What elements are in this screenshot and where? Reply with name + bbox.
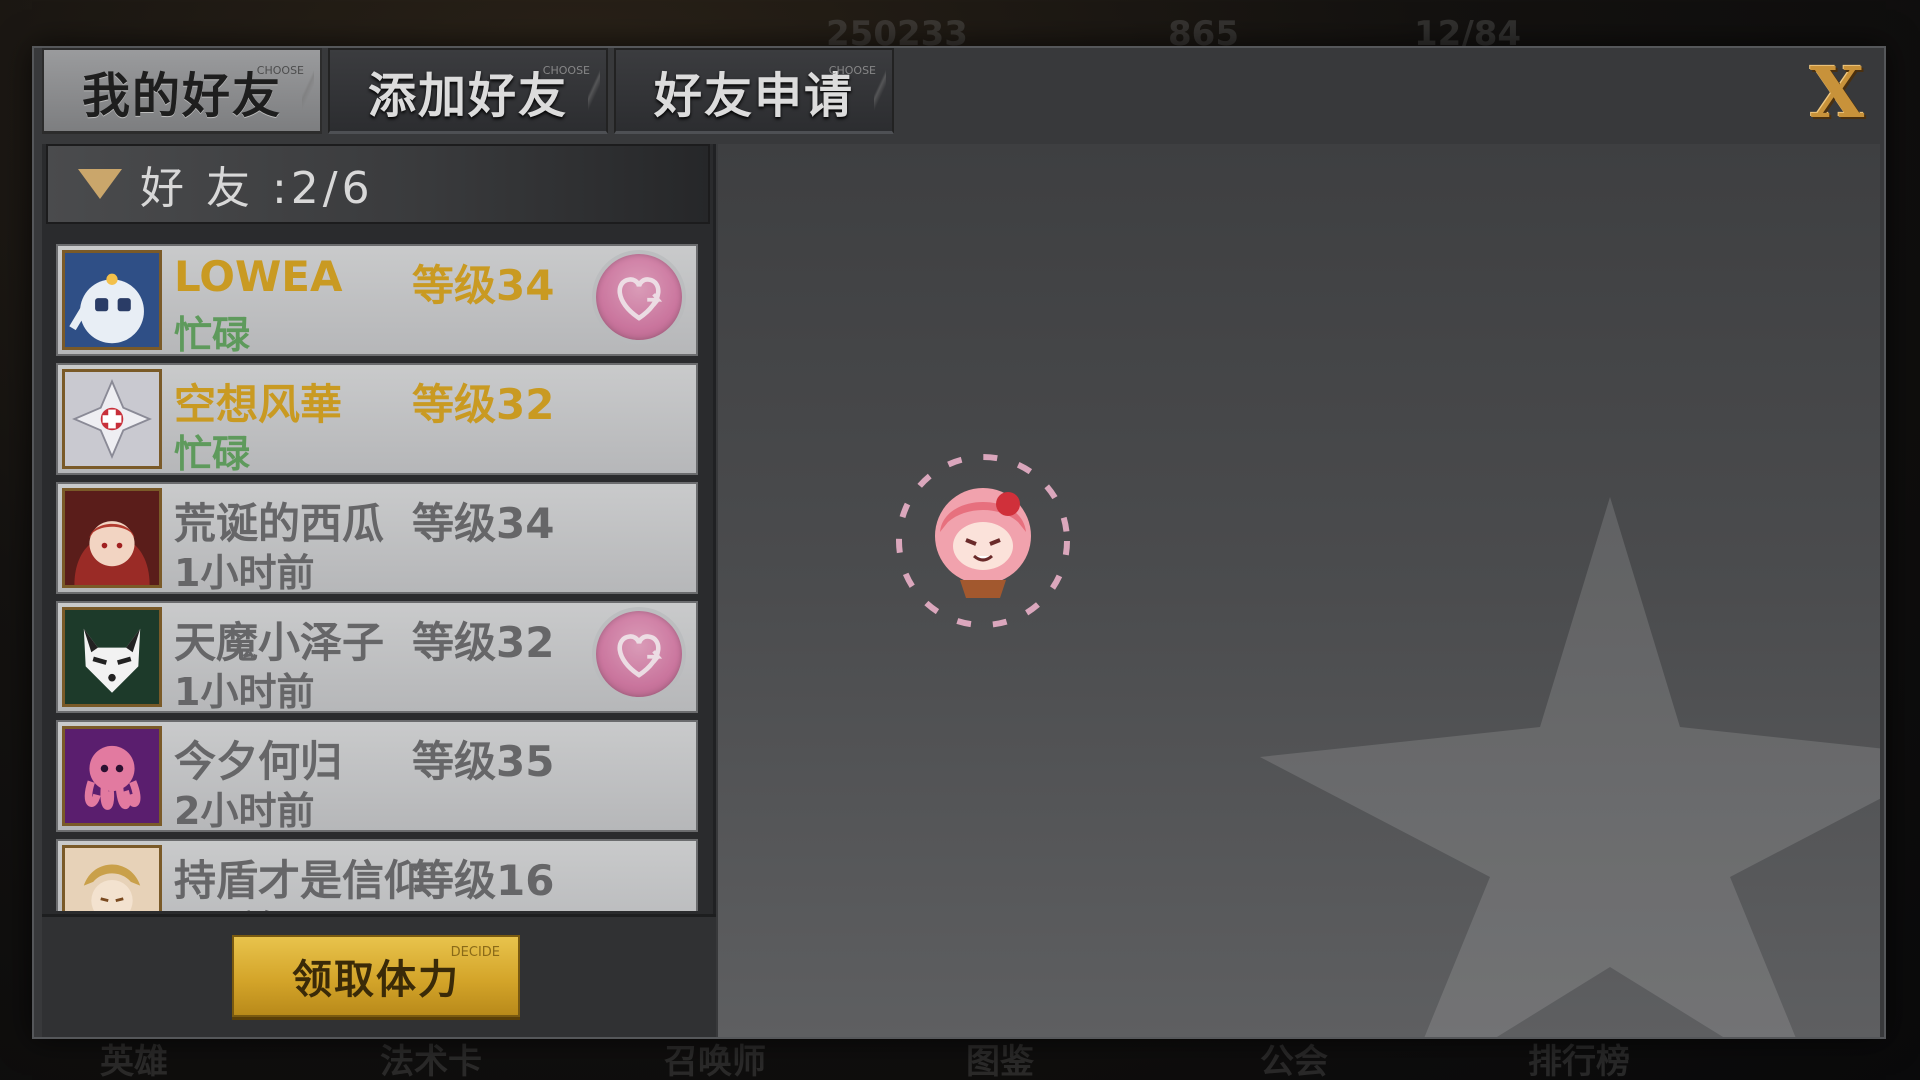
nav-guild: 公会 [1260,1042,1328,1080]
button-deco: DECIDE [450,945,500,960]
robot-avatar [62,250,162,350]
claim-stamina-label: 领取体力 [292,957,460,1003]
tab-friend-requests[interactable]: 好友申请 CHOOSE [614,48,894,134]
friend-level: 等级34 [412,499,555,548]
friend-status: 1小时前 [174,670,315,714]
friends-panel: 我的好友 CHOOSE 添加好友 CHOOSE 好友申请 CHOOSE X 好 … [32,46,1886,1039]
tab-slash-decoration [302,50,314,131]
friend-row[interactable]: 空想风華 等级32 忙碌 [56,363,698,476]
close-button[interactable]: X [1802,58,1872,128]
octopus-avatar [62,726,162,826]
tab-bar: 我的好友 CHOOSE 添加好友 CHOOSE 好友申请 CHOOSE [42,48,894,136]
fox-mask-avatar [62,607,162,707]
emblem-avatar [62,369,162,469]
friend-row[interactable]: 今夕何归 等级35 2小时前 [56,720,698,833]
friend-row[interactable]: 天魔小泽子 等级32 1小时前 [56,601,698,714]
claim-stamina-button[interactable]: 领取体力 DECIDE [232,935,520,1017]
friend-name: LOWEA [174,252,343,301]
friend-status: 2小时前 [174,789,315,833]
friend-level: 等级32 [412,380,555,429]
friend-row[interactable]: 持盾才是信仰 等级16 2天前 [56,839,698,911]
friend-status: 忙碌 [174,313,251,357]
send-stamina-button[interactable] [592,250,686,344]
friend-status: 2天前 [174,899,276,911]
friend-level: 等级32 [412,618,555,667]
friend-list[interactable]: LOWEA 等级34 忙碌 空想风華 等级32 忙碌 荒诞的西瓜 等级34 1小… [56,244,702,911]
tab-my-friends[interactable]: 我的好友 CHOOSE [42,48,322,134]
friend-level: 等级35 [412,737,555,786]
nav-heroes: 英雄 [100,1042,168,1080]
friend-group-header[interactable]: 好 友 :2/6 [46,144,710,224]
tab-deco: CHOOSE [542,64,590,77]
friend-level: 等级16 [412,856,555,905]
tab-add-friend[interactable]: 添加好友 CHOOSE [328,48,608,134]
friend-status: 忙碌 [174,432,251,476]
close-icon: X [1809,51,1865,134]
friend-row[interactable]: 荒诞的西瓜 等级34 1小时前 [56,482,698,595]
tab-slash-decoration [874,50,886,131]
send-stamina-button[interactable] [592,607,686,701]
nav-spell-cards: 法术卡 [380,1042,482,1080]
nav-codex: 图鉴 [966,1042,1034,1080]
knight-avatar [62,845,162,911]
friend-status: 1小时前 [174,551,315,595]
tab-label: 好友申请 [653,67,854,124]
nav-summoner: 召唤师 [664,1042,766,1080]
heart-icon [617,634,663,678]
hooded-girl-avatar [62,488,162,588]
top-hud: 250233 865 12/84 [0,0,1920,54]
list-footer: 领取体力 DECIDE [42,914,716,1037]
tab-deco: CHOOSE [828,64,876,77]
nav-ranking: 排行榜 [1528,1042,1630,1080]
friend-row[interactable]: LOWEA 等级34 忙碌 [56,244,698,357]
tab-deco: CHOOSE [256,64,304,77]
friend-list-column: 好 友 :2/6 LOWEA 等级34 忙碌 空想风華 等级32 忙碌 荒诞的西… [42,144,716,1037]
friend-count-label: 好 友 :2/6 [140,163,374,214]
tab-label: 我的好友 [81,67,282,124]
loading-chibi-icon [896,454,1070,628]
friend-detail-area [718,144,1880,1037]
heart-icon [617,277,663,321]
friend-level: 等级34 [412,261,555,310]
tab-slash-decoration [588,50,600,131]
background-star-decoration [1260,497,1880,1037]
tab-label: 添加好友 [367,67,568,124]
collapse-triangle-icon [78,169,122,199]
